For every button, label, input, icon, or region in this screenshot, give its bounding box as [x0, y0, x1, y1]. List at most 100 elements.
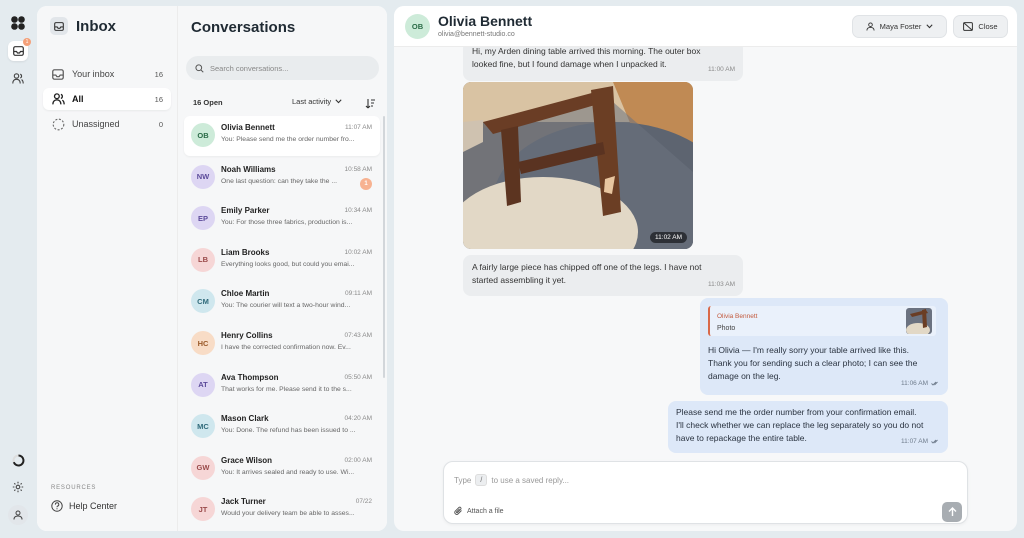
contact-name: Grace Wilson [221, 455, 273, 465]
nav-unassigned[interactable]: Unassigned 0 [43, 113, 171, 135]
contacts-nav-icon[interactable] [8, 68, 28, 88]
contact-name: Olivia Bennett [221, 123, 275, 132]
inbox-nav-icon[interactable]: 1 [8, 38, 31, 61]
timestamp: 07/22 [355, 498, 372, 506]
message-line: Hi Olivia — I'm really sorry your table … [708, 345, 909, 355]
icon-rail: 1 [0, 0, 36, 538]
timestamp: 02:00 AM [344, 456, 372, 464]
resources-heading: RESOURCES [51, 485, 97, 491]
double-check-icon [931, 439, 938, 444]
conversation-item[interactable]: GW Grace Wilson 02:00 AM You: It arrives se… [184, 449, 380, 489]
open-count: 16 Open [193, 98, 223, 107]
user-icon [866, 22, 875, 31]
message-preview: One last question: can they take the ... [221, 177, 337, 185]
nav-your-inbox[interactable]: Your inbox 16 [43, 63, 171, 85]
message-preview: That works for me. Please send it to the… [221, 385, 352, 393]
search-input[interactable] [210, 63, 360, 73]
message-time-status: 11:07 AM [901, 435, 940, 448]
conversation-item[interactable]: NW Noah Williams 10:58 AM One last question… [184, 158, 380, 198]
message-preview: Everything looks good, but could you ema… [221, 260, 355, 268]
inbox-panel: Inbox Your inbox 16 All 16 Unassigned 0 … [37, 6, 387, 531]
avatar: EP [191, 206, 215, 231]
avatar: AT [191, 372, 215, 397]
conversation-item[interactable]: CM Chloe Martin 09:11 AM You: The courier w… [184, 282, 380, 322]
message-time: 11:07 AM [901, 438, 928, 445]
conversation-item[interactable]: AT Ava Thompson 05:50 AM That works for me.… [184, 366, 380, 406]
message-time: 11:06 AM [901, 380, 928, 387]
users-icon [51, 92, 65, 106]
sort-order-icon[interactable] [365, 96, 376, 114]
attach-label: Attach a file [467, 507, 504, 515]
assignee-dropdown[interactable]: Maya Foster [852, 15, 947, 38]
message-time: 11:03 AM [708, 281, 735, 288]
scrollbar[interactable] [383, 116, 385, 378]
avatar: JT [191, 497, 215, 522]
contact-name: Noah Williams [221, 164, 276, 174]
avatar: NW [191, 164, 215, 189]
conversation-item[interactable]: LB Liam Brooks 10:02 AM Everything looks go… [184, 241, 380, 281]
contact-name: Liam Brooks [221, 247, 270, 257]
message-line: damage on the leg. [708, 371, 781, 381]
timestamp: 10:58 AM [344, 165, 372, 173]
nav-all[interactable]: All 16 [43, 88, 171, 110]
assignee-name: Maya Foster [879, 22, 922, 31]
conversations-title: Conversations [191, 19, 296, 36]
inbox-sidebar: Inbox Your inbox 16 All 16 Unassigned 0 … [37, 6, 178, 531]
contact-name: Mason Clark [221, 414, 269, 424]
avatar: LB [191, 247, 215, 272]
chat-header: OB Olivia Bennett olivia@bennett-studio.… [394, 6, 1017, 47]
message-preview: You: Done. The refund has been issued to… [221, 427, 356, 435]
settings-gear-icon[interactable] [8, 477, 28, 497]
timestamp: 11:07 AM [345, 124, 372, 131]
help-center-link[interactable]: Help Center [51, 500, 117, 512]
status-ring-icon[interactable] [8, 450, 28, 470]
nav-label: All [72, 94, 84, 104]
close-conversation-button[interactable]: Close [953, 15, 1008, 38]
message-line: looked fine, but I found damage when I u… [472, 59, 667, 69]
message-line: have to repackage the entire table. [676, 433, 807, 443]
search-bar[interactable] [186, 56, 379, 80]
nav-label: Unassigned [72, 119, 120, 129]
message-composer[interactable]: Type / to use a saved reply... Attach a … [443, 461, 968, 524]
conversations-list-panel: Conversations 16 Open Last activity OB Ol… [178, 6, 387, 531]
conversation-item[interactable]: HC Henry Collins 07:43 AM I have the correc… [184, 324, 380, 364]
unread-badge: 1 [360, 177, 372, 190]
message-preview: You: Please send me the order number fro… [221, 136, 355, 143]
dashed-circle-icon [51, 117, 65, 131]
app-logo-icon[interactable] [8, 13, 28, 33]
contact-name: Ava Thompson [221, 372, 279, 382]
inbox-icon [50, 17, 68, 35]
quote-type: Photo [717, 325, 736, 332]
timestamp: 07:43 AM [344, 332, 372, 339]
incoming-message: A fairly large piece has chipped off one… [463, 255, 743, 296]
conversation-item[interactable]: OB Olivia Bennett 11:07 AM You: Please send… [184, 116, 380, 156]
slash-key: / [475, 474, 488, 486]
contact-name: Olivia Bennett [438, 13, 533, 29]
contact-avatar: OB [405, 14, 430, 39]
conversation-item[interactable]: MC Mason Clark 04:20 AM You: Done. The refu… [184, 407, 380, 447]
paperclip-icon [454, 506, 462, 515]
composer-hint: Type / to use a saved reply... [454, 474, 569, 486]
send-button[interactable] [942, 502, 962, 522]
quote-thumbnail [906, 308, 932, 334]
outgoing-message: Olivia Bennett Photo Hi Olivia — I'm rea… [700, 298, 948, 395]
conversation-item[interactable]: JT Jack Turner 07/22 Would your delivery te… [184, 490, 380, 530]
nav-label: Your inbox [72, 69, 115, 79]
conversation-item[interactable]: EP Emily Parker 10:34 AM You: For those thr… [184, 199, 380, 239]
timestamp: 04:20 AM [344, 415, 372, 423]
sort-dropdown[interactable]: Last activity [292, 97, 342, 106]
attach-file-button[interactable]: Attach a file [454, 506, 504, 516]
message-time: 11:00 AM [708, 66, 735, 73]
timestamp: 10:02 AM [344, 248, 372, 256]
contact-name: Jack Turner [221, 497, 266, 507]
photo-message[interactable]: 11:02 AM [463, 82, 693, 249]
avatar: GW [191, 455, 215, 480]
user-avatar-icon[interactable] [8, 505, 28, 525]
arrow-up-icon [948, 507, 956, 516]
help-circle-icon [51, 500, 63, 512]
quoted-reply[interactable]: Olivia Bennett Photo [708, 306, 936, 336]
message-preview: Would your delivery team be able to asse… [221, 510, 355, 518]
avatar: MC [191, 414, 215, 439]
outgoing-message: Please send me the order number from you… [668, 401, 948, 453]
timestamp: 10:34 AM [344, 207, 372, 215]
